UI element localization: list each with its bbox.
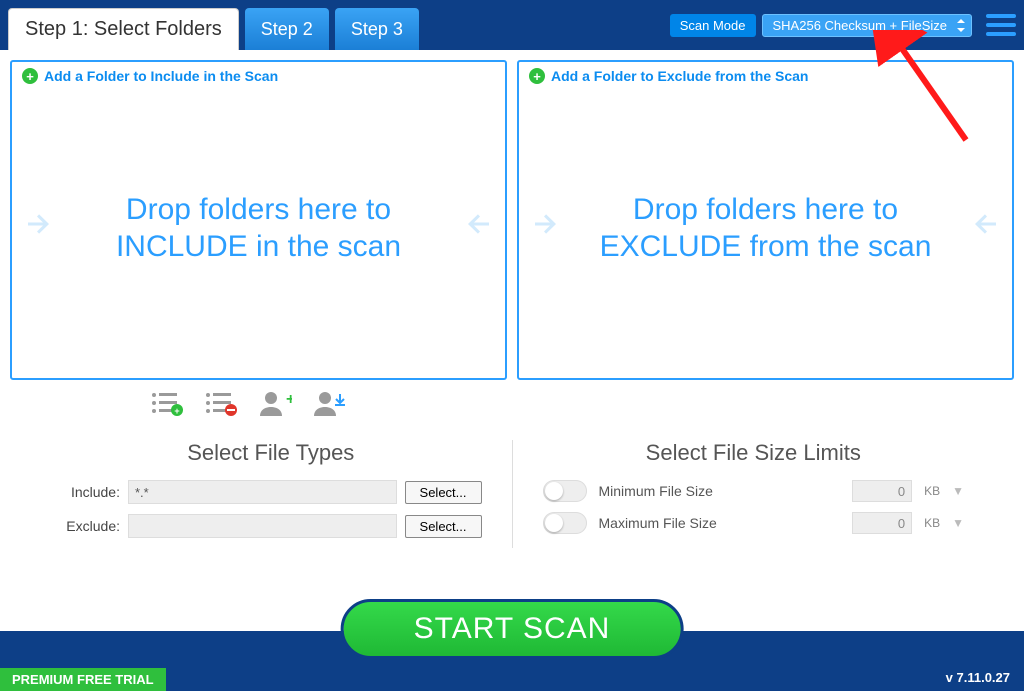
arrow-left-icon bbox=[459, 204, 495, 252]
version-label: v 7.11.0.27 bbox=[946, 670, 1010, 685]
exclude-header-text: Add a Folder to Exclude from the Scan bbox=[551, 68, 808, 84]
add-include-folder-button[interactable]: + Add a Folder to Include in the Scan bbox=[22, 68, 495, 84]
exclude-types-select-button[interactable]: Select... bbox=[405, 515, 482, 538]
file-types-title: Select File Types bbox=[60, 440, 482, 466]
scan-mode-label: Scan Mode bbox=[670, 14, 756, 37]
include-drop-zone[interactable]: Drop folders here to INCLUDE in the scan bbox=[22, 84, 495, 372]
file-size-column: Select File Size Limits Minimum File Siz… bbox=[512, 440, 995, 548]
min-size-unit: KB bbox=[924, 484, 940, 498]
max-size-unit: KB bbox=[924, 516, 940, 530]
exclude-drop-text: Drop folders here to EXCLUDE from the sc… bbox=[575, 191, 956, 266]
tab-step-2[interactable]: Step 2 bbox=[245, 8, 329, 50]
list-remove-icon[interactable] bbox=[204, 390, 238, 416]
min-size-toggle[interactable] bbox=[543, 480, 587, 502]
scan-mode-select[interactable]: SHA256 Checksum + FileSize bbox=[762, 14, 973, 37]
min-size-row: Minimum File Size KB ▼ bbox=[543, 480, 965, 502]
max-size-input[interactable] bbox=[852, 512, 912, 534]
scan-mode-container: Scan Mode SHA256 Checksum + FileSize bbox=[670, 0, 972, 50]
exclude-drop-zone[interactable]: Drop folders here to EXCLUDE from the sc… bbox=[529, 84, 1002, 372]
min-size-input[interactable] bbox=[852, 480, 912, 502]
include-drop-text: Drop folders here to INCLUDE in the scan bbox=[68, 191, 449, 266]
list-add-icon[interactable]: + bbox=[150, 390, 184, 416]
svg-text:+: + bbox=[286, 391, 292, 408]
svg-text:+: + bbox=[174, 406, 179, 416]
bottom-bar: START SCAN PREMIUM FREE TRIAL v 7.11.0.2… bbox=[0, 631, 1024, 691]
hamburger-menu-icon[interactable] bbox=[986, 0, 1016, 50]
options-row: Select File Types Include: Select... Exc… bbox=[0, 430, 1024, 562]
min-size-unit-dropdown-icon[interactable]: ▼ bbox=[952, 484, 964, 498]
start-scan-button[interactable]: START SCAN bbox=[341, 599, 684, 659]
plus-circle-icon: + bbox=[22, 68, 38, 84]
folder-panels-row: + Add a Folder to Include in the Scan Dr… bbox=[0, 50, 1024, 390]
include-types-select-button[interactable]: Select... bbox=[405, 481, 482, 504]
exclude-types-row: Exclude: Select... bbox=[60, 514, 482, 538]
top-tab-bar: Step 1: Select Folders Step 2 Step 3 Sca… bbox=[0, 0, 1024, 50]
arrow-right-icon bbox=[529, 204, 565, 252]
plus-circle-icon: + bbox=[529, 68, 545, 84]
add-exclude-folder-button[interactable]: + Add a Folder to Exclude from the Scan bbox=[529, 68, 1002, 84]
min-size-label: Minimum File Size bbox=[599, 483, 841, 499]
max-size-label: Maximum File Size bbox=[599, 515, 841, 531]
include-header-text: Add a Folder to Include in the Scan bbox=[44, 68, 278, 84]
exclude-folders-panel: + Add a Folder to Exclude from the Scan … bbox=[517, 60, 1014, 380]
file-types-column: Select File Types Include: Select... Exc… bbox=[30, 440, 512, 548]
user-import-icon[interactable] bbox=[312, 390, 346, 416]
user-add-icon[interactable]: + bbox=[258, 390, 292, 416]
arrow-right-icon bbox=[22, 204, 58, 252]
max-size-row: Maximum File Size KB ▼ bbox=[543, 512, 965, 534]
max-size-unit-dropdown-icon[interactable]: ▼ bbox=[952, 516, 964, 530]
arrow-left-icon bbox=[966, 204, 1002, 252]
exclude-types-input[interactable] bbox=[128, 514, 397, 538]
include-types-label: Include: bbox=[60, 484, 120, 500]
app-root: Step 1: Select Folders Step 2 Step 3 Sca… bbox=[0, 0, 1024, 691]
file-size-title: Select File Size Limits bbox=[543, 440, 965, 466]
tab-step-1[interactable]: Step 1: Select Folders bbox=[8, 8, 239, 50]
tab-step-3[interactable]: Step 3 bbox=[335, 8, 419, 50]
exclude-types-label: Exclude: bbox=[60, 518, 120, 534]
max-size-toggle[interactable] bbox=[543, 512, 587, 534]
list-toolbar: + + bbox=[0, 390, 1024, 430]
premium-trial-badge[interactable]: PREMIUM FREE TRIAL bbox=[0, 668, 166, 691]
include-types-input[interactable] bbox=[128, 480, 397, 504]
include-types-row: Include: Select... bbox=[60, 480, 482, 504]
include-folders-panel: + Add a Folder to Include in the Scan Dr… bbox=[10, 60, 507, 380]
